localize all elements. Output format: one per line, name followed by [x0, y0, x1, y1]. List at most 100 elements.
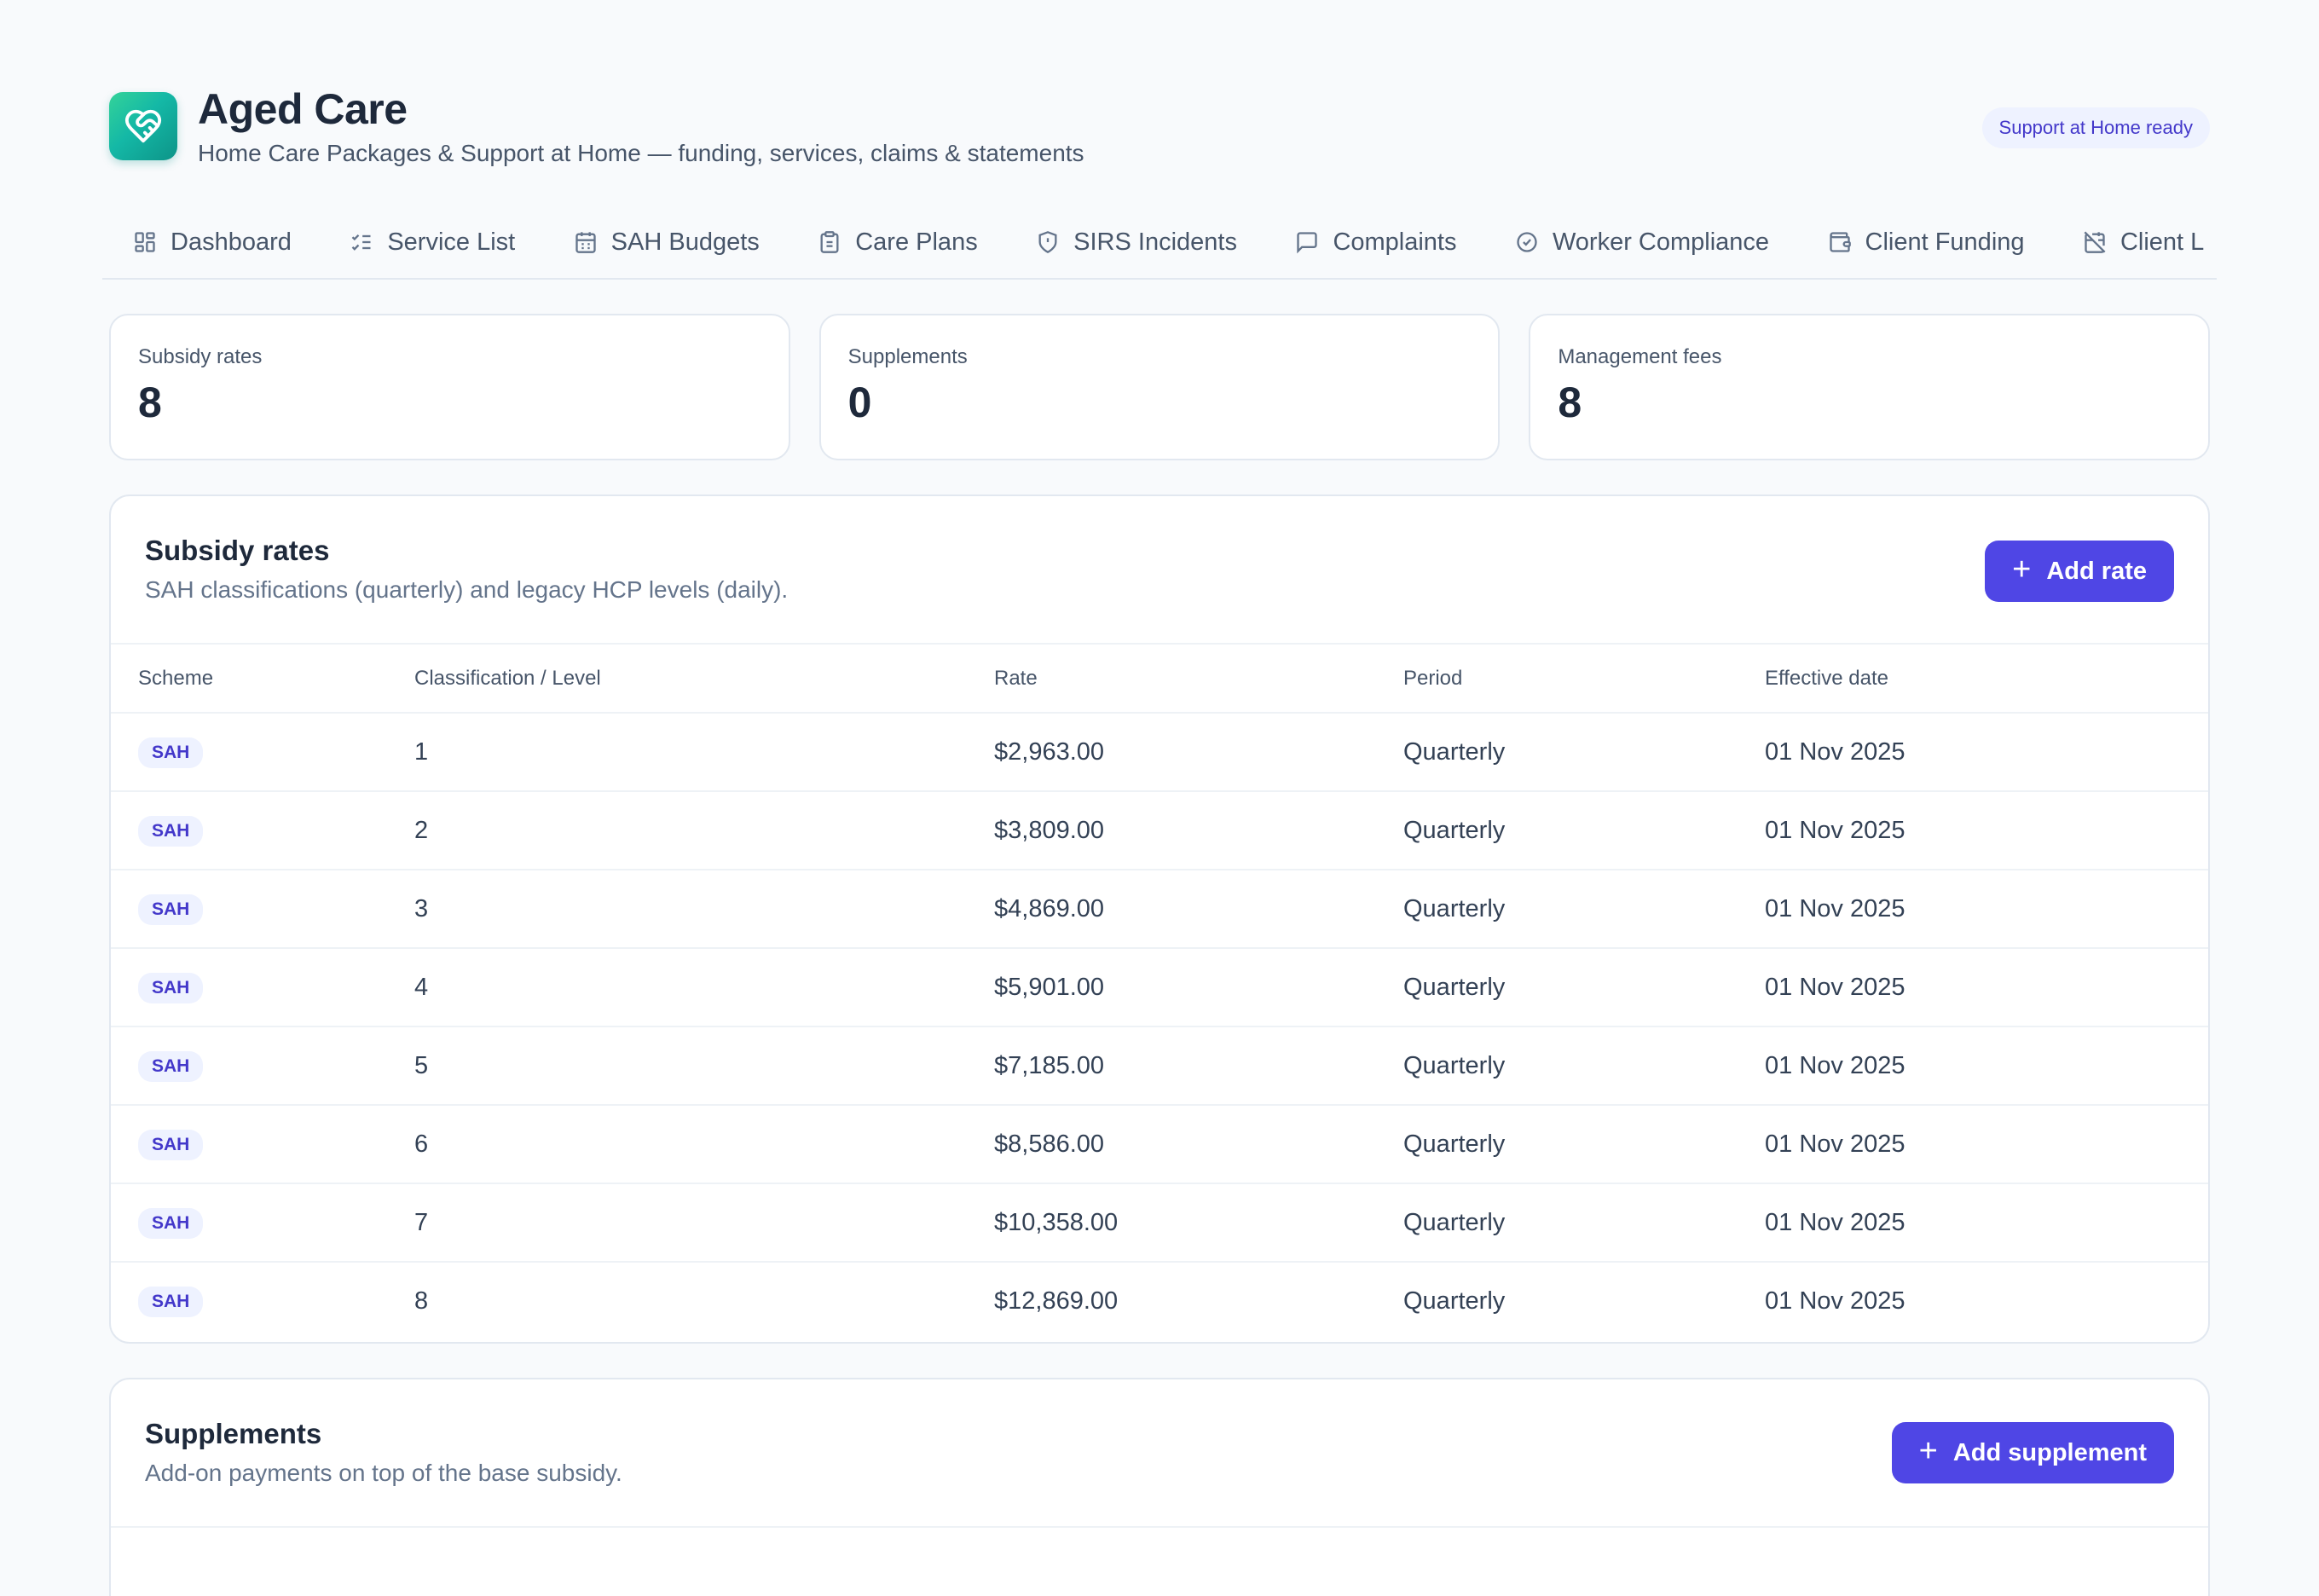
period-cell: Quarterly	[1403, 713, 1765, 792]
button-label: Add supplement	[1952, 1438, 2147, 1466]
card-header: Subsidy rates SAH classifications (quart…	[111, 496, 2208, 645]
stats-row: Subsidy rates 8 Supplements 0 Management…	[109, 314, 2211, 460]
table-row[interactable]: SAH 3 $4,869.00 Quarterly 01 Nov 2025	[111, 870, 2208, 949]
scheme-badge: SAH	[138, 737, 204, 768]
subsidy-rates-card: Subsidy rates SAH classifications (quart…	[109, 494, 2210, 1344]
stat-label: Supplements	[847, 345, 968, 368]
card-header: Supplements Add-on payments on top of th…	[111, 1379, 2208, 1528]
add-supplement-button[interactable]: + Add supplement	[1891, 1422, 2174, 1483]
scheme-badge: SAH	[138, 972, 204, 1003]
plus-icon: +	[2012, 552, 2032, 587]
tab-sah-budgets[interactable]: SAH Budgets	[574, 211, 760, 273]
rate-cell: $8,586.00	[994, 1105, 1403, 1184]
level-cell: 6	[414, 1105, 994, 1184]
period-cell: Quarterly	[1403, 1105, 1765, 1184]
table-row[interactable]: SAH 6 $8,586.00 Quarterly 01 Nov 2025	[111, 1105, 2208, 1184]
stat-card-supplements: Supplements 0	[818, 314, 1501, 460]
supplements-card: Supplements Add-on payments on top of th…	[109, 1378, 2210, 1596]
level-cell: 7	[414, 1183, 994, 1263]
level-cell: 3	[414, 870, 994, 949]
tab-dashboard[interactable]: Dashboard	[133, 211, 292, 273]
grid-icon	[133, 230, 157, 254]
period-cell: Quarterly	[1403, 948, 1765, 1027]
level-cell: 1	[414, 713, 994, 792]
column-header-effective-date[interactable]: Effective date	[1765, 645, 2208, 714]
tab-client-l[interactable]: Client L	[2083, 211, 2204, 273]
scheme-cell: SAH	[111, 1105, 414, 1184]
scheme-badge: SAH	[138, 1287, 204, 1317]
level-cell: 2	[414, 791, 994, 870]
section-description: Add-on payments on top of the base subsi…	[145, 1460, 622, 1486]
column-header-scheme[interactable]: Scheme	[111, 645, 414, 714]
add-rate-button[interactable]: + Add rate	[1985, 541, 2174, 602]
rate-cell: $10,358.00	[994, 1183, 1403, 1263]
scheme-cell: SAH	[111, 713, 414, 792]
tab-worker-compliance[interactable]: Worker Compliance	[1515, 211, 1769, 273]
stat-card-subsidy-rates: Subsidy rates 8	[109, 314, 790, 460]
tab-label: SIRS Incidents	[1073, 228, 1237, 256]
tab-bar: Dashboard Service List SAH Budgets Care …	[102, 211, 2217, 280]
table-row[interactable]: SAH 1 $2,963.00 Quarterly 01 Nov 2025	[111, 713, 2208, 792]
rate-cell: $7,185.00	[994, 1026, 1403, 1106]
app-title: Aged Care	[198, 85, 408, 133]
tab-service-list[interactable]: Service List	[350, 211, 515, 273]
table-row[interactable]: SAH 4 $5,901.00 Quarterly 01 Nov 2025	[111, 948, 2208, 1027]
section-description: SAH classifications (quarterly) and lega…	[145, 576, 789, 603]
column-header-period[interactable]: Period	[1403, 645, 1765, 714]
rate-cell: $12,869.00	[994, 1287, 1119, 1315]
rate-cell: $5,901.00	[994, 948, 1403, 1027]
level-cell: 8	[414, 1287, 429, 1315]
status-badge: Support at Home ready	[1981, 107, 2210, 148]
subsidy-rates-table: Scheme Classification / Level Rate Perio…	[111, 645, 2208, 1340]
scheme-cell: SAH	[111, 948, 414, 1027]
tab-label: Dashboard	[171, 228, 292, 256]
plus-icon: +	[1918, 1433, 1938, 1469]
scheme-badge: SAH	[138, 1129, 204, 1160]
tab-care-plans[interactable]: Care Plans	[818, 211, 978, 273]
tab-complaints[interactable]: Complaints	[1295, 211, 1457, 273]
tab-label: SAH Budgets	[610, 228, 760, 256]
tab-label: Care Plans	[855, 228, 978, 256]
effective-date-cell: 01 Nov 2025	[1765, 870, 2208, 949]
column-header-rate[interactable]: Rate	[994, 645, 1403, 714]
stat-value: 8	[138, 379, 162, 426]
period-cell: Quarterly	[1403, 1287, 1506, 1315]
scheme-badge: SAH	[138, 815, 204, 847]
shield-alert-icon	[1036, 230, 1060, 254]
button-label: Add rate	[2046, 557, 2147, 585]
stat-value: 0	[847, 379, 872, 426]
calendar-icon	[574, 230, 598, 254]
stat-value: 8	[1558, 379, 1582, 426]
section-title: Supplements	[145, 1418, 322, 1449]
stat-label: Management fees	[1558, 345, 1722, 368]
effective-date-cell: 01 Nov 2025	[1765, 948, 2208, 1027]
heart-handshake-icon	[109, 92, 177, 160]
stat-label: Subsidy rates	[138, 345, 263, 368]
scheme-badge: SAH	[138, 893, 204, 925]
period-cell: Quarterly	[1403, 1183, 1765, 1263]
app-header: Aged Care Home Care Packages & Support a…	[109, 85, 2210, 179]
table-row[interactable]: SAH 8 $12,869.00 Quarterly 01 Nov 2025	[111, 1262, 2208, 1340]
clipboard-icon	[818, 230, 841, 254]
effective-date-cell: 01 Nov 2025	[1765, 1183, 2208, 1263]
stat-card-management-fees: Management fees 8	[1529, 314, 2211, 460]
level-cell: 4	[414, 948, 994, 1027]
tab-label: Client L	[2119, 228, 2205, 256]
scheme-cell: SAH	[111, 1026, 414, 1106]
level-cell: 5	[414, 1026, 994, 1106]
tab-client-funding[interactable]: Client Funding	[1828, 211, 2025, 273]
scheme-cell: SAH	[111, 1183, 414, 1263]
column-header-classification[interactable]: Classification / Level	[414, 645, 994, 714]
table-row[interactable]: SAH 2 $3,809.00 Quarterly 01 Nov 2025	[111, 791, 2208, 870]
scheme-cell: SAH	[111, 1262, 414, 1340]
period-cell: Quarterly	[1403, 1026, 1765, 1106]
effective-date-cell: 01 Nov 2025	[1765, 1105, 2208, 1184]
check-circle-icon	[1515, 230, 1539, 254]
period-cell: Quarterly	[1403, 870, 1765, 949]
table-row[interactable]: SAH 7 $10,358.00 Quarterly 01 Nov 2025	[111, 1183, 2208, 1263]
table-row[interactable]: SAH 5 $7,185.00 Quarterly 01 Nov 2025	[111, 1026, 2208, 1106]
scheme-badge: SAH	[138, 1207, 204, 1239]
table-header-row: Scheme Classification / Level Rate Perio…	[111, 645, 2208, 714]
tab-sirs-incidents[interactable]: SIRS Incidents	[1036, 211, 1237, 273]
rate-cell: $2,963.00	[994, 713, 1403, 792]
